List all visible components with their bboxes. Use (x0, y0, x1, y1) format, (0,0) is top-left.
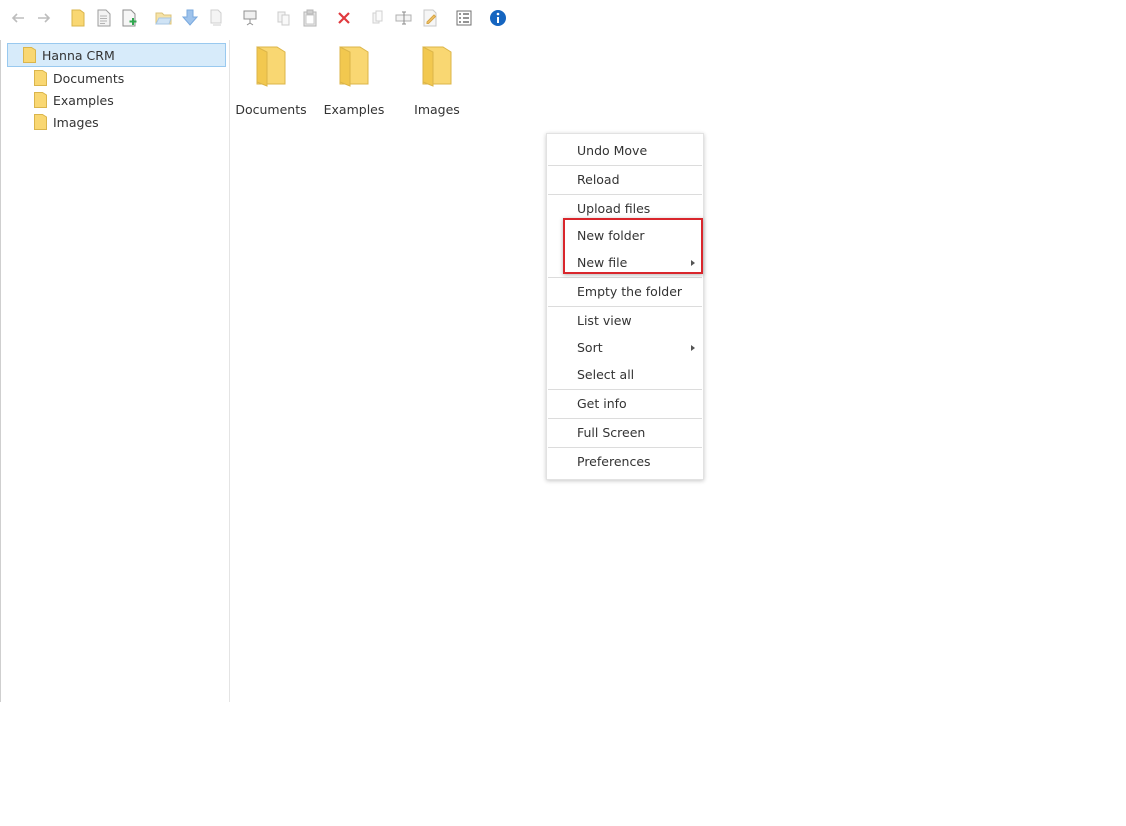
new-document-icon[interactable] (121, 9, 139, 27)
back-arrow-icon[interactable] (9, 9, 27, 27)
delete-icon[interactable] (335, 9, 353, 27)
submenu-arrow-icon (691, 260, 695, 266)
tree-item-label: Examples (53, 92, 114, 108)
folder-icon (23, 47, 36, 63)
menu-item-reload[interactable]: Reload (547, 169, 703, 191)
menu-item-sort[interactable]: Sort (547, 337, 703, 359)
tree-item-examples[interactable]: Examples (34, 89, 114, 111)
submenu-arrow-icon (691, 345, 695, 351)
folder-item-images[interactable]: Images (397, 44, 477, 117)
menu-item-undo-move[interactable]: Undo Move (547, 140, 703, 162)
duplicate-icon[interactable] (369, 9, 387, 27)
menu-item-label: New file (577, 255, 628, 270)
preview-icon[interactable] (241, 9, 259, 27)
folder-icon (34, 114, 47, 130)
folder-icon (34, 70, 47, 86)
rename-icon[interactable] (395, 9, 413, 27)
menu-item-empty-folder[interactable]: Empty the folder (547, 281, 703, 303)
menu-item-select-all[interactable]: Select all (547, 364, 703, 386)
menu-item-label: Sort (577, 340, 603, 355)
menu-item-list-view[interactable]: List view (547, 310, 703, 332)
download-icon[interactable] (181, 9, 199, 27)
folder-name: Documents (235, 102, 307, 117)
folder-item-documents[interactable]: Documents (231, 44, 311, 117)
menu-item-full-screen[interactable]: Full Screen (547, 422, 703, 444)
document-icon[interactable] (95, 9, 113, 27)
info-icon[interactable] (489, 9, 507, 27)
open-folder-icon[interactable] (155, 9, 173, 27)
folder-name: Images (414, 102, 460, 117)
tree-item-root[interactable]: Hanna CRM (23, 44, 115, 66)
tree-item-label: Images (53, 114, 99, 130)
menu-separator (548, 389, 702, 390)
menu-separator (548, 165, 702, 166)
tree-item-documents[interactable]: Documents (34, 67, 124, 89)
list-view-icon[interactable] (455, 9, 473, 27)
tree-item-label: Hanna CRM (42, 47, 115, 63)
tree-item-images[interactable]: Images (34, 111, 99, 133)
menu-item-get-info[interactable]: Get info (547, 393, 703, 415)
copy-icon[interactable] (275, 9, 293, 27)
context-menu: Undo Move Reload Upload files New folder… (546, 133, 704, 480)
forward-arrow-icon[interactable] (35, 9, 53, 27)
menu-item-preferences[interactable]: Preferences (547, 451, 703, 473)
upload-icon[interactable] (207, 9, 225, 27)
folder-icon (34, 92, 47, 108)
folder-item-examples[interactable]: Examples (314, 44, 394, 117)
menu-separator (548, 418, 702, 419)
menu-separator (548, 306, 702, 307)
menu-item-upload-files[interactable]: Upload files (547, 198, 703, 220)
toolbar (0, 0, 1126, 36)
menu-separator (548, 194, 702, 195)
menu-separator (548, 277, 702, 278)
paste-icon[interactable] (301, 9, 319, 27)
folder-icon (337, 44, 371, 88)
menu-separator (548, 447, 702, 448)
folder-name: Examples (323, 102, 385, 117)
home-folder-icon[interactable] (69, 9, 87, 27)
edit-icon[interactable] (421, 9, 439, 27)
tree-item-label: Documents (53, 70, 125, 86)
folder-icon (420, 44, 454, 88)
menu-item-new-folder[interactable]: New folder (547, 225, 703, 247)
menu-item-new-file[interactable]: New file (547, 252, 703, 274)
folder-icon (254, 44, 288, 88)
folder-tree-panel: Hanna CRM Documents Examples Images (0, 40, 230, 702)
